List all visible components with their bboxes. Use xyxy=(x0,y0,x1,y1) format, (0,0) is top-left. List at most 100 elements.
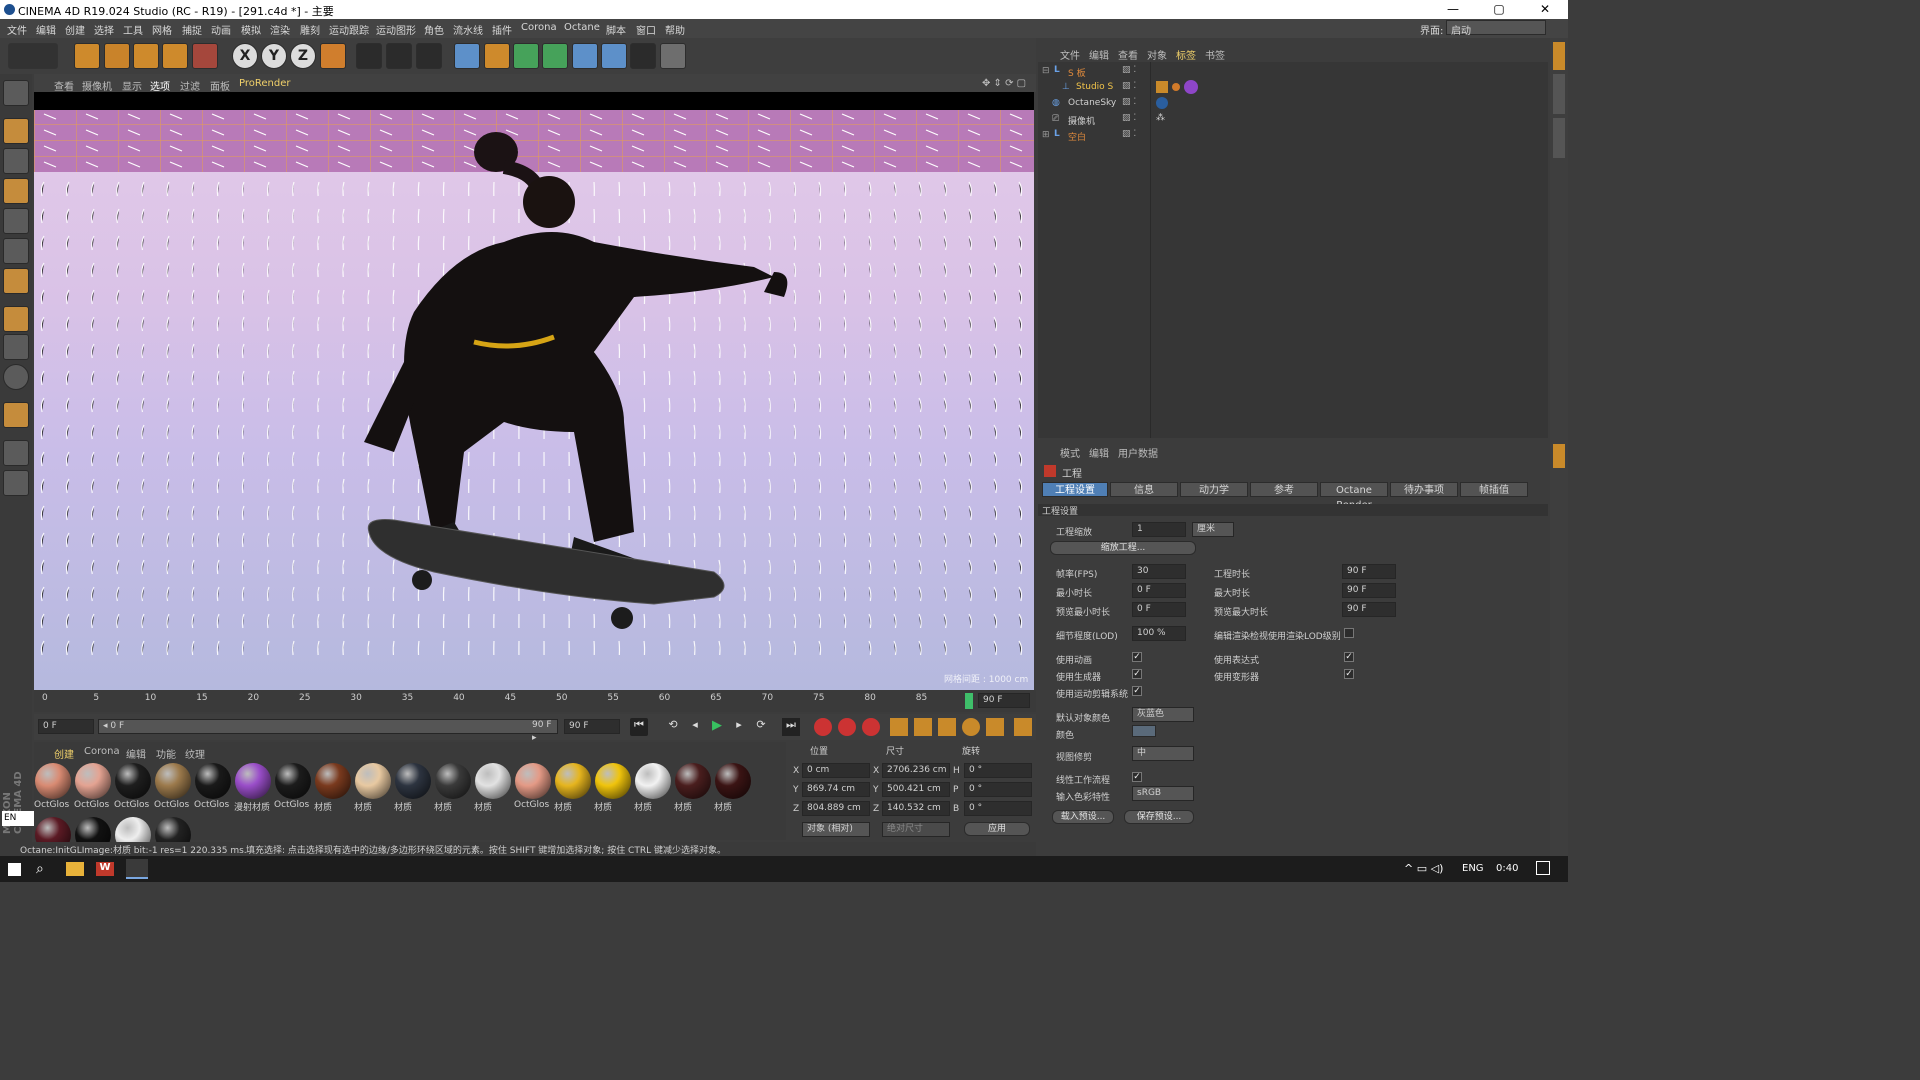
minimize-button[interactable]: — xyxy=(1430,0,1476,19)
project-scale-field[interactable]: 1 xyxy=(1132,522,1186,537)
material-menu-edit[interactable]: 编辑 xyxy=(126,746,146,761)
maximize-button[interactable]: ▢ xyxy=(1476,0,1522,19)
tab-info[interactable]: 信息 xyxy=(1110,482,1178,497)
use-animation-checkbox[interactable]: ✓ xyxy=(1132,652,1142,662)
ime-indicator[interactable]: EN xyxy=(2,811,38,826)
render-view-icon[interactable] xyxy=(356,43,382,69)
key-rotation-icon[interactable] xyxy=(938,718,956,736)
input-color-profile-dropdown[interactable]: sRGB xyxy=(1132,786,1194,801)
menu-create[interactable]: 创建 xyxy=(65,22,85,37)
camera-icon[interactable] xyxy=(630,43,656,69)
visibility-icon[interactable]: ▨ ⁚ xyxy=(1122,113,1136,123)
tweak-mode-icon[interactable] xyxy=(3,334,29,360)
position-y-field[interactable]: 869.74 cm xyxy=(802,782,870,797)
material-menu-texture[interactable]: 纹理 xyxy=(185,746,205,761)
menu-window[interactable]: 窗口 xyxy=(636,22,656,37)
search-icon[interactable]: ⌕ xyxy=(36,861,44,877)
min-time-field[interactable]: 0 F xyxy=(1132,583,1186,598)
object-menu-bookmarks[interactable]: 书签 xyxy=(1205,47,1225,62)
material-swatch[interactable]: 材质 xyxy=(594,762,632,813)
object-menu-edit[interactable]: 编辑 xyxy=(1089,47,1109,62)
viewport-menu-filter[interactable]: 过滤 xyxy=(180,78,200,93)
linear-workflow-checkbox[interactable]: ✓ xyxy=(1132,772,1142,782)
menu-corona[interactable]: Corona xyxy=(521,22,557,33)
recent-tool-icon[interactable] xyxy=(192,43,218,69)
points-mode-icon[interactable] xyxy=(3,208,29,234)
render-picture-viewer-icon[interactable] xyxy=(386,43,412,69)
viewport-menu-display[interactable]: 显示 xyxy=(122,78,142,93)
coordinate-mode-dropdown[interactable]: 对象 (相对) xyxy=(802,822,870,837)
menu-render[interactable]: 渲染 xyxy=(270,22,290,37)
side-tab-objects[interactable] xyxy=(1553,42,1565,70)
use-deformers-checkbox[interactable]: ✓ xyxy=(1344,669,1354,679)
object-row-octanesky[interactable]: ◍ OctaneSky ▨ ⁚ xyxy=(1038,96,1548,111)
cinema4d-taskbar-icon[interactable] xyxy=(126,859,148,879)
material-swatch[interactable]: OctGlos xyxy=(154,762,192,812)
fps-field[interactable]: 30 xyxy=(1132,564,1186,579)
tag-icon[interactable] xyxy=(1172,83,1180,91)
object-row-board[interactable]: ⊟ L S 板 ▨ ⁚ xyxy=(1038,64,1548,79)
tab-reference[interactable]: 参考 xyxy=(1250,482,1318,497)
tray-icons[interactable]: ^ ▭ ◁) xyxy=(1404,862,1443,875)
material-swatch[interactable]: 材质 xyxy=(674,762,712,813)
go-to-start-icon[interactable]: ⏮ xyxy=(630,718,648,736)
project-length-field[interactable]: 90 F xyxy=(1342,564,1396,579)
key-pla-icon[interactable] xyxy=(986,718,1004,736)
menu-snap[interactable]: 捕捉 xyxy=(182,22,202,37)
timeline-window-icon[interactable] xyxy=(1014,718,1032,736)
object-row-null[interactable]: ⊞ L 空白 ▨ ⁚ xyxy=(1038,128,1548,143)
position-x-field[interactable]: 0 cm xyxy=(802,763,870,778)
rotate-icon[interactable] xyxy=(162,43,188,69)
z-axis-lock-icon[interactable]: Z xyxy=(290,43,316,69)
material-swatch[interactable]: 漫射材质 xyxy=(234,762,272,813)
color-swatch[interactable] xyxy=(1132,725,1156,737)
menu-help[interactable]: 帮助 xyxy=(665,22,685,37)
object-row-studio[interactable]: ⊥ Studio S ▨ ⁚ xyxy=(1038,80,1548,95)
material-tag-icon[interactable] xyxy=(1184,80,1198,94)
menu-animate[interactable]: 动画 xyxy=(211,22,231,37)
material-swatch[interactable]: OctGlos xyxy=(514,762,552,812)
object-menu-file[interactable]: 文件 xyxy=(1060,47,1080,62)
material-menu-create[interactable]: 创建 xyxy=(54,746,74,761)
menu-mesh[interactable]: 网格 xyxy=(152,22,172,37)
render-settings-icon[interactable] xyxy=(416,43,442,69)
grid-lock-icon[interactable] xyxy=(3,470,29,496)
scale-unit-dropdown[interactable]: 厘米 xyxy=(1192,522,1234,537)
object-row-camera[interactable]: ⎚ 摄像机 ▨ ⁚ ⁂ xyxy=(1038,112,1548,127)
attr-menu-mode[interactable]: 模式 xyxy=(1060,445,1080,460)
texture-mode-icon[interactable] xyxy=(3,148,29,174)
side-tab-attributes[interactable] xyxy=(1553,444,1565,468)
menu-octane[interactable]: Octane xyxy=(564,22,600,33)
tab-project-settings[interactable]: 工程设置 xyxy=(1042,482,1108,497)
menu-select[interactable]: 选择 xyxy=(94,22,114,37)
keyframe-selection-icon[interactable] xyxy=(862,718,880,736)
size-mode-dropdown[interactable]: 绝对尺寸 xyxy=(882,822,950,837)
3d-viewport[interactable]: 网格间距 : 1000 cm xyxy=(34,92,1034,690)
input-language[interactable]: ENG xyxy=(1462,863,1484,874)
material-swatch[interactable]: 材质 xyxy=(354,762,392,813)
max-frame-field[interactable]: 90 F xyxy=(564,719,620,734)
workplane-icon[interactable] xyxy=(3,178,29,204)
viewport-menu-prorender[interactable]: ProRender xyxy=(239,78,290,89)
light-icon[interactable] xyxy=(660,43,686,69)
make-editable-icon[interactable] xyxy=(3,80,29,106)
model-mode-icon[interactable] xyxy=(3,118,29,144)
use-expressions-checkbox[interactable]: ✓ xyxy=(1344,652,1354,662)
y-axis-lock-icon[interactable]: Y xyxy=(261,43,287,69)
material-swatch[interactable]: OctGlos xyxy=(114,762,152,812)
x-axis-lock-icon[interactable]: X xyxy=(232,43,258,69)
preview-range-end[interactable]: 90 F ▸ xyxy=(528,719,558,743)
use-generators-checkbox[interactable]: ✓ xyxy=(1132,669,1142,679)
menu-tools[interactable]: 工具 xyxy=(123,22,143,37)
next-frame-icon[interactable]: ▸ xyxy=(730,718,748,736)
edges-mode-icon[interactable] xyxy=(3,238,29,264)
pen-icon[interactable] xyxy=(484,43,510,69)
apply-button[interactable]: 应用 xyxy=(964,822,1030,836)
live-selection-icon[interactable] xyxy=(74,43,100,69)
material-swatch[interactable]: 材质 xyxy=(394,762,432,813)
preview-max-field[interactable]: 90 F xyxy=(1342,602,1396,617)
next-key-icon[interactable]: ⟳ xyxy=(752,718,770,736)
wps-icon[interactable]: W xyxy=(96,862,114,876)
notification-icon[interactable] xyxy=(1536,861,1550,875)
deformer-icon[interactable] xyxy=(572,43,598,69)
